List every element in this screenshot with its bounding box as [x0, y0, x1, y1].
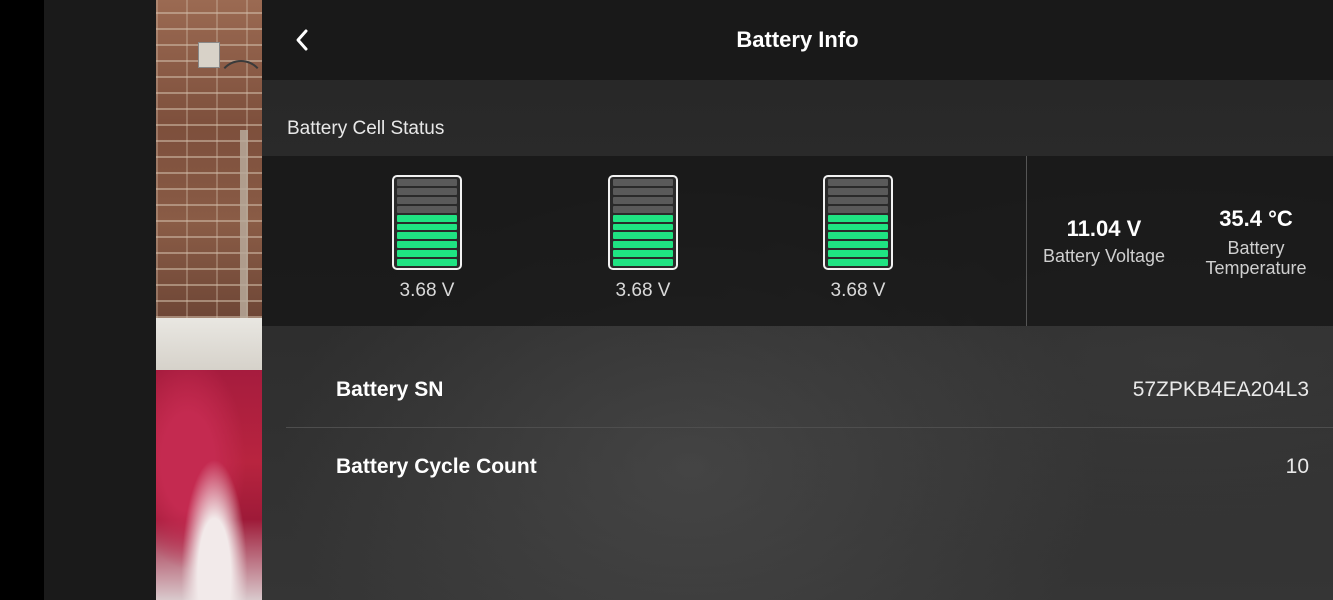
- section-title: Battery Cell Status: [287, 118, 445, 139]
- top-bar: Battery Info: [262, 0, 1333, 80]
- camera-wire: [216, 60, 262, 114]
- battery-sn-row: Battery SN 57ZPKB4EA204L3: [286, 352, 1309, 428]
- cell-segment-filled: [828, 232, 888, 240]
- battery-cell-2: 3.68 V: [608, 175, 682, 302]
- cell-segment-filled: [828, 259, 888, 267]
- camera-pipe: [240, 130, 248, 318]
- cell-segment-empty: [613, 179, 673, 186]
- cell-segment-filled: [613, 223, 673, 231]
- battery-temperature-value: 35.4 °C: [1219, 206, 1293, 231]
- cell-segment-empty: [613, 196, 673, 204]
- cell-segment-filled: [613, 241, 673, 249]
- cell-segment-empty: [828, 179, 888, 186]
- cell-segment-empty: [828, 196, 888, 204]
- cell-segment-empty: [397, 179, 457, 186]
- cell-segment-filled: [613, 232, 673, 240]
- battery-voltage-label: Battery Voltage: [1042, 246, 1166, 266]
- cell-segment-filled: [397, 250, 457, 258]
- cell-segment-empty: [397, 187, 457, 195]
- left-margin: [44, 0, 156, 600]
- cell-voltage: 3.68 V: [615, 280, 671, 301]
- cell-segment-filled: [828, 214, 888, 222]
- camera-floor-image: [156, 318, 262, 370]
- battery-sn-label: Battery SN: [336, 378, 444, 401]
- battery-cycle-count-label: Battery Cycle Count: [336, 455, 537, 478]
- cell-segment-filled: [828, 250, 888, 258]
- cell-segment-filled: [397, 214, 457, 222]
- battery-cycle-count-row: Battery Cycle Count 10: [286, 429, 1309, 505]
- battery-cell-3: 3.68 V: [823, 175, 897, 302]
- battery-voltage-stat: 11.04 V Battery Voltage: [1030, 216, 1178, 266]
- battery-cell-1: 3.68 V: [392, 175, 466, 302]
- battery-cycle-count-value: 10: [1285, 455, 1309, 478]
- camera-switch-box: [198, 42, 220, 68]
- battery-cell-icon: [608, 175, 678, 270]
- cell-segment-filled: [397, 232, 457, 240]
- cell-segment-filled: [397, 241, 457, 249]
- battery-temperature-label: Battery Temperature: [1205, 238, 1307, 278]
- chevron-left-icon: [296, 29, 308, 51]
- cell-segment-empty: [397, 205, 457, 213]
- cell-segment-filled: [828, 223, 888, 231]
- battery-voltage-value: 11.04 V: [1066, 216, 1142, 241]
- cell-segment-filled: [613, 259, 673, 267]
- battery-cell-icon: [823, 175, 893, 270]
- cell-segment-empty: [613, 205, 673, 213]
- battery-sn-value: 57ZPKB4EA204L3: [1132, 378, 1309, 401]
- back-button[interactable]: [282, 20, 322, 60]
- cell-voltage: 3.68 V: [830, 280, 886, 301]
- battery-temperature-stat: 35.4 °C Battery Temperature: [1186, 206, 1326, 278]
- camera-feed-preview: [156, 0, 262, 600]
- cell-segment-filled: [397, 223, 457, 231]
- battery-info-panel: Battery Info Battery Cell Status 3.68 V …: [262, 0, 1333, 600]
- cell-voltage: 3.68 V: [399, 280, 455, 301]
- cell-segment-filled: [828, 241, 888, 249]
- battery-cell-icon: [392, 175, 462, 270]
- cell-segment-empty: [828, 187, 888, 195]
- vertical-divider: [1026, 156, 1027, 326]
- page-title: Battery Info: [736, 27, 859, 52]
- cell-segment-empty: [828, 205, 888, 213]
- screen: Battery Info Battery Cell Status 3.68 V …: [0, 0, 1333, 600]
- row-divider: [286, 427, 1333, 428]
- cell-segment-filled: [613, 250, 673, 258]
- left-edge: [0, 0, 44, 600]
- cell-segment-empty: [397, 196, 457, 204]
- camera-rug-image: [156, 370, 262, 600]
- cell-segment-filled: [613, 214, 673, 222]
- cell-segment-filled: [397, 259, 457, 267]
- cell-segment-empty: [613, 187, 673, 195]
